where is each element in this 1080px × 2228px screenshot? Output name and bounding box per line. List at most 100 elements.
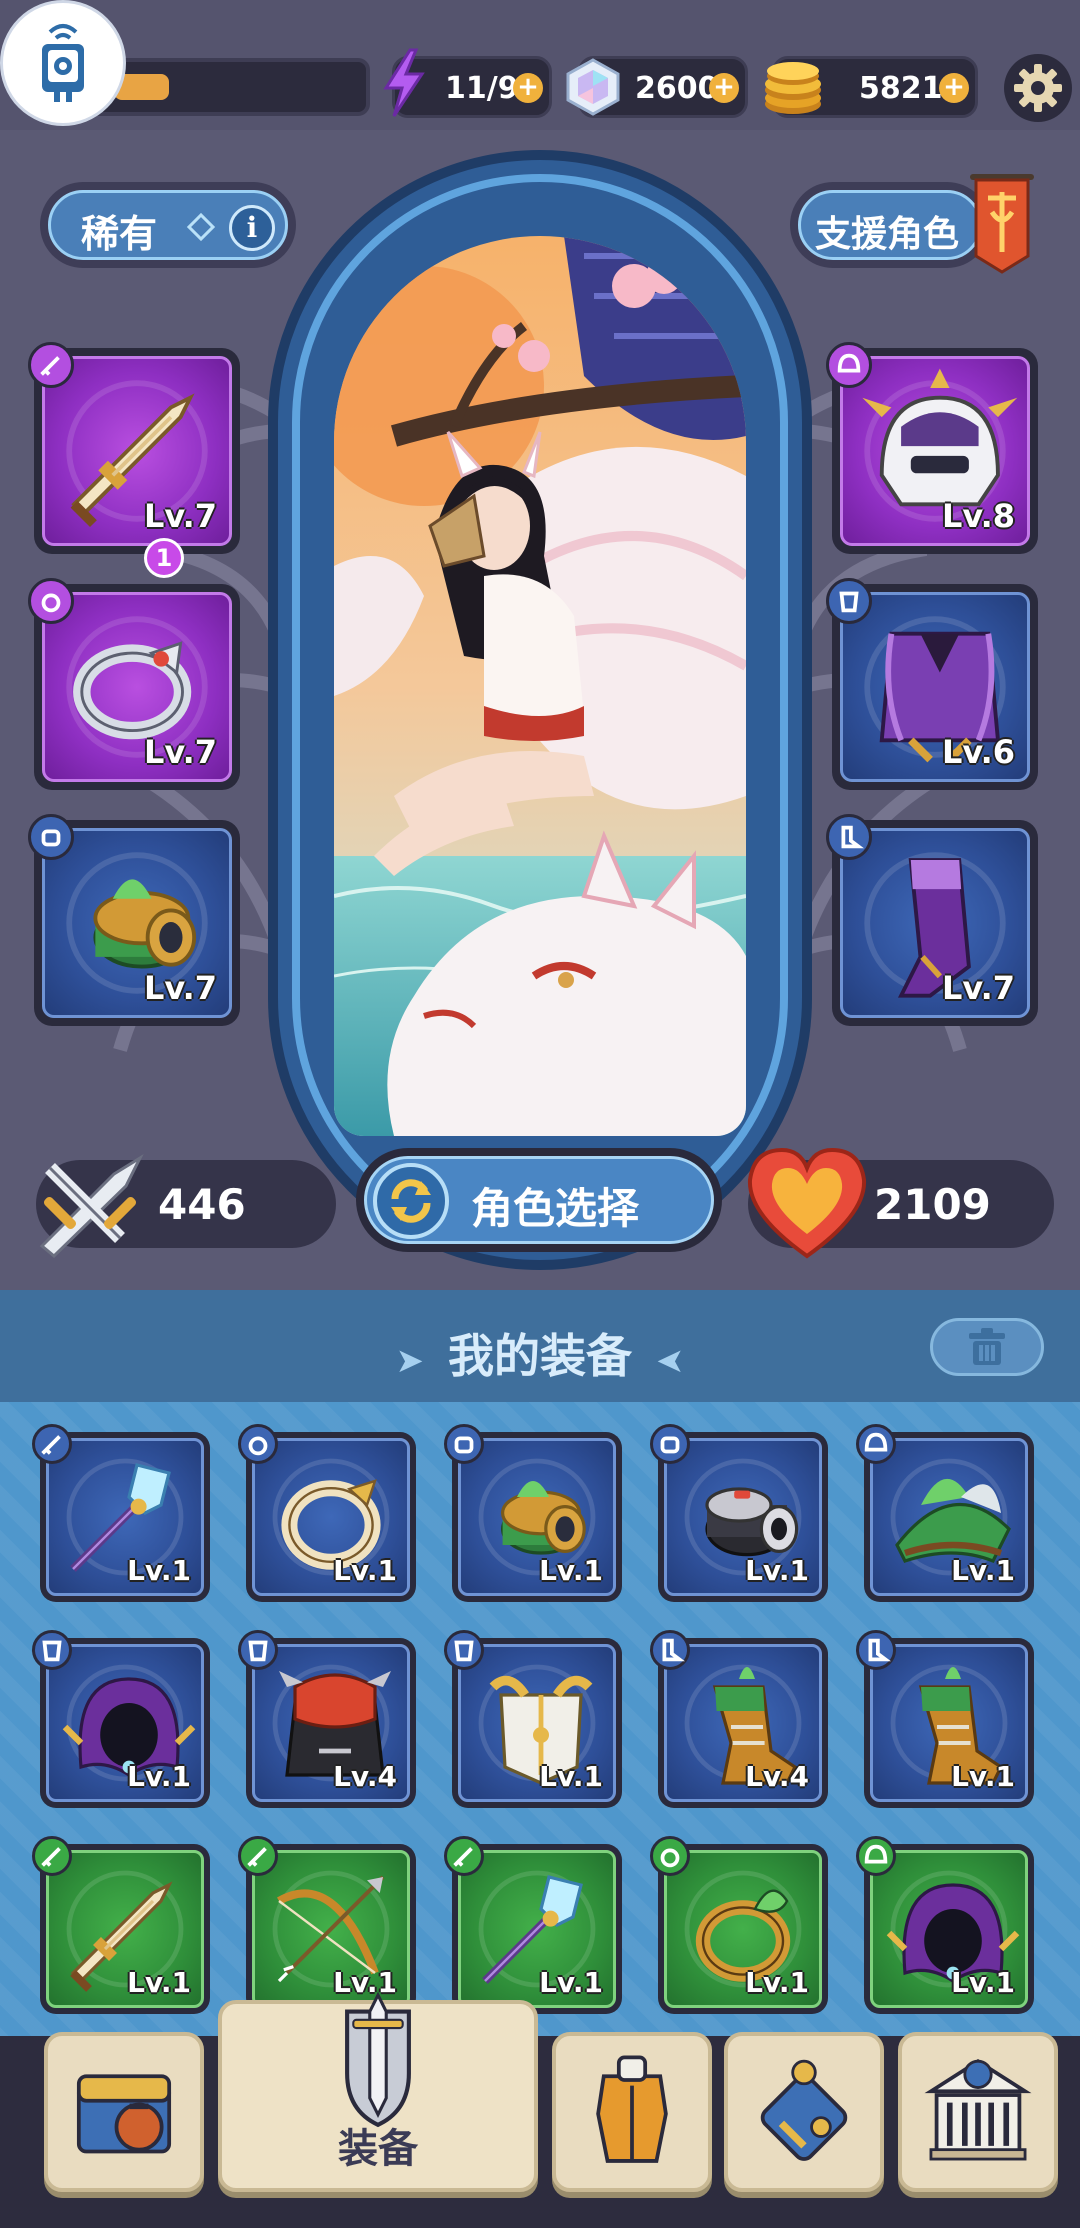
equipment-slot[interactable]: Lv.1 [856, 1630, 1034, 1808]
character-portrait-frame [268, 150, 812, 1270]
armor-stand-icon [596, 2055, 668, 2163]
arrow-left-icon: ➤ [656, 1341, 685, 1381]
settings-button[interactable] [1004, 54, 1072, 122]
rarity-pill: 稀有 i [48, 190, 288, 260]
equipment-slot[interactable]: Lv.1 [32, 1836, 210, 2014]
boots-category-icon [826, 814, 872, 860]
item-frame: Lv.1 [870, 1438, 1028, 1596]
item-level: Lv.1 [745, 1966, 809, 1999]
item-frame: Lv.1 [664, 1850, 822, 2008]
helmet-category-icon [856, 1424, 896, 1464]
heart-icon [747, 1147, 867, 1259]
bank-building-icon [924, 2058, 1032, 2161]
nav-treasure-chest-button[interactable] [44, 2032, 204, 2192]
bracer-category-icon [28, 814, 74, 860]
item-frame: Lv.1 [46, 1438, 204, 1596]
treasure-chest-icon [76, 2074, 172, 2154]
character-portrait[interactable] [334, 236, 746, 1136]
armor-category-icon [826, 578, 872, 624]
nav-armor-stand-button[interactable] [552, 2032, 712, 2192]
item-frame: Lv.1 [252, 1438, 410, 1596]
gold-value: 5821 [859, 71, 943, 106]
equipment-slot[interactable]: Lv.1 [444, 1836, 622, 2014]
nav-bank-building-button[interactable] [898, 2032, 1058, 2192]
character-select-label: 角色选择 [471, 1184, 640, 1233]
item-level: Lv.1 [745, 1554, 809, 1587]
nav-skill-tree-button[interactable] [724, 2032, 884, 2192]
boots-category-icon [856, 1630, 896, 1670]
sword-shield-icon [345, 1991, 411, 2128]
item-level: Lv.7 [143, 969, 217, 1007]
equipment-slot[interactable]: Lv.7 [826, 814, 1038, 1026]
ring-category-icon [238, 1424, 278, 1464]
item-level: Lv.1 [951, 1554, 1015, 1587]
item-level: Lv.6 [941, 733, 1015, 771]
equipment-slot[interactable]: Lv.7 [28, 578, 240, 790]
item-level: Lv.1 [127, 1760, 191, 1793]
item-frame: Lv.4 [664, 1644, 822, 1802]
camera-button[interactable] [0, 0, 126, 126]
support-character-button[interactable]: 支援角色 [790, 182, 990, 268]
add-gold-button[interactable]: + [939, 73, 969, 103]
equipment-slot[interactable]: Lv.1 [32, 1424, 210, 1602]
item-level: Lv.7 [143, 733, 217, 771]
ring-category-icon [650, 1836, 690, 1876]
item-frame: Lv.1 [46, 1850, 204, 2008]
equipment-slot[interactable]: Lv.1 [444, 1630, 622, 1808]
item-frame: Lv.1 [458, 1438, 616, 1596]
equipment-slot[interactable]: Lv.1 [444, 1424, 622, 1602]
sword-category-icon [32, 1836, 72, 1876]
equipment-slot[interactable]: Lv.1 [650, 1836, 828, 2014]
health-value: 2109 [874, 1180, 991, 1229]
ring-category-icon [28, 578, 74, 624]
item-frame: Lv.1 [458, 1850, 616, 2008]
equipment-slot[interactable]: Lv.1 [856, 1424, 1034, 1602]
item-frame: Lv.1 [870, 1644, 1028, 1802]
attack-value: 446 [158, 1180, 246, 1229]
equipment-slot[interactable]: Lv.1 [238, 1424, 416, 1602]
boots-category-icon [650, 1630, 690, 1670]
armor-category-icon [444, 1630, 484, 1670]
add-energy-button[interactable]: + [513, 73, 543, 103]
character-select-button[interactable]: 角色选择 [356, 1148, 722, 1252]
inventory-header: ➤ 我的装备 ➤ [0, 1290, 1080, 1402]
diamond-icon [186, 212, 216, 242]
armor-category-icon [238, 1630, 278, 1670]
equipment-slot[interactable]: Lv.1 [650, 1424, 828, 1602]
inventory-title: ➤ 我的装备 ➤ [0, 1320, 1080, 1386]
lightning-icon [383, 48, 425, 117]
equipment-slot[interactable]: Lv.4 [650, 1630, 828, 1808]
add-gems-button[interactable]: + [709, 73, 739, 103]
trash-button[interactable] [930, 1318, 1044, 1376]
item-frame: Lv.1 [870, 1850, 1028, 2008]
nav-sword-shield-button[interactable]: 装备 [218, 1991, 538, 2192]
item-frame: Lv.7 [42, 592, 232, 782]
inventory-grid: Lv.1 Lv.1 Lv.1 Lv.1 Lv.1 Lv.1 Lv.4 Lv.1 Lv.4 Lv.1… [0, 1402, 1080, 2050]
item-level: Lv.1 [539, 1966, 603, 1999]
fox-spirit-character-art [334, 236, 746, 1136]
support-pill: 支援角色 [798, 190, 982, 260]
item-frame: Lv.1 [252, 1850, 410, 2008]
item-level: Lv.1 [951, 1966, 1015, 1999]
equipment-slot[interactable]: Lv.7 [28, 814, 240, 1026]
gold-coins-icon [765, 62, 821, 114]
crossed-swords-icon [39, 1153, 144, 1258]
equipment-slot[interactable]: Lv.7 1 [28, 342, 240, 578]
info-button[interactable]: i [229, 205, 275, 251]
item-level: Lv.1 [127, 1966, 191, 1999]
item-frame: Lv.1 [46, 1644, 204, 1802]
equipment-slot[interactable]: Lv.8 [826, 342, 1038, 554]
gear-icon [1014, 64, 1062, 112]
equipment-slot[interactable]: Lv.1 [32, 1630, 210, 1808]
rarity-filter[interactable]: 稀有 i [40, 182, 296, 268]
equipment-slot[interactable]: Lv.4 [238, 1630, 416, 1808]
armor-category-icon [32, 1630, 72, 1670]
skill-tree-icon [760, 2059, 848, 2161]
item-frame: Lv.7 [42, 828, 232, 1018]
item-level: Lv.7 [143, 497, 217, 535]
item-level: Lv.1 [539, 1760, 603, 1793]
equipment-slot[interactable]: Lv.6 [826, 578, 1038, 790]
item-frame: Lv.8 [840, 356, 1030, 546]
equipment-slot[interactable]: Lv.1 [238, 1836, 416, 2014]
equipment-slot[interactable]: Lv.1 [856, 1836, 1034, 2014]
